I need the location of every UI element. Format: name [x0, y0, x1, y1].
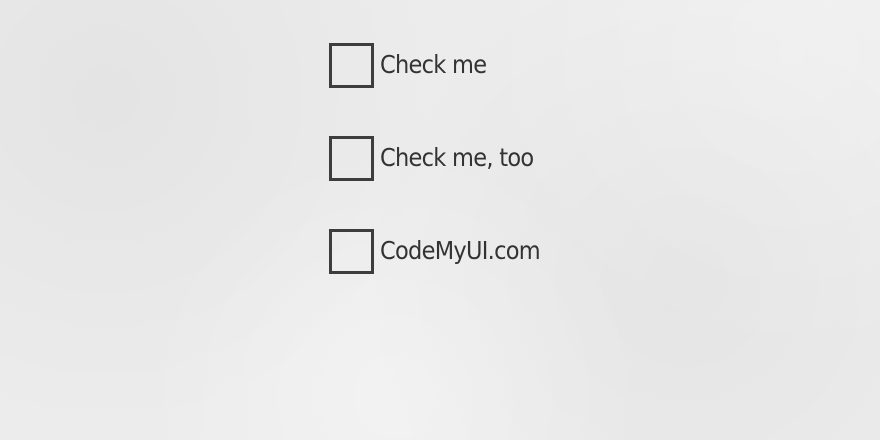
checkbox-item-check-me[interactable]: Check me — [329, 42, 558, 88]
checkbox-item-check-me-too[interactable]: Check me, too — [329, 135, 558, 181]
checkbox-list: Check me Check me, too CodeMyUI.com — [329, 42, 558, 274]
checkbox-square[interactable] — [329, 228, 374, 274]
checkbox-square[interactable] — [329, 42, 374, 88]
checkbox-label[interactable]: CodeMyUI.com — [380, 236, 541, 266]
checkbox-label[interactable]: Check me — [380, 50, 487, 80]
checkbox-square[interactable] — [329, 135, 374, 181]
checkbox-item-codemyui[interactable]: CodeMyUI.com — [329, 228, 558, 274]
checkbox-label[interactable]: Check me, too — [380, 143, 534, 173]
